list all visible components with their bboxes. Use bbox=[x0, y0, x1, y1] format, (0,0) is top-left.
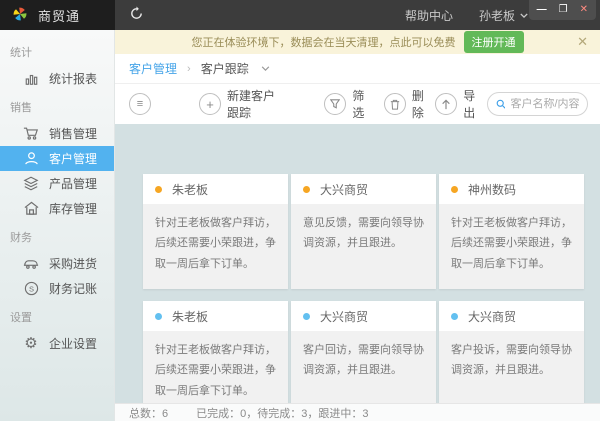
warehouse-icon bbox=[22, 200, 40, 218]
main-area: 您正在体验环境下，数据会在当天清理，点此可以免费 注册开通 ✕ 客户管理 › 客… bbox=[115, 30, 600, 421]
sidebar-item-label: 企业设置 bbox=[49, 335, 97, 352]
pinwheel-logo-icon bbox=[12, 6, 28, 25]
help-center-link[interactable]: 帮助中心 bbox=[405, 7, 453, 24]
trial-notice-text: 您正在体验环境下，数据会在当天清理，点此可以免费 bbox=[192, 34, 456, 50]
view-menu-button[interactable]: ≡ bbox=[129, 93, 151, 115]
hamburger-icon: ≡ bbox=[137, 99, 143, 110]
app-window: 商贸通 帮助中心 孙老板 — ❐ ✕ bbox=[0, 0, 600, 421]
card-body: 针对王老板做客户拜访，后续还需要小荣跟进，争取一周后拿下订单。 bbox=[439, 204, 584, 289]
customer-track-card[interactable]: 朱老板 针对王老板做客户拜访，后续还需要小荣跟进，争取一周后拿下订单。 bbox=[143, 174, 288, 289]
svg-text:S: S bbox=[28, 284, 33, 293]
close-button[interactable]: ✕ bbox=[580, 5, 588, 15]
search-box bbox=[487, 92, 588, 116]
window-controls: — ❐ ✕ bbox=[529, 0, 596, 20]
delete-button[interactable]: 删除 bbox=[384, 87, 427, 121]
sidebar-section-sales: 销售 bbox=[0, 91, 114, 121]
card-title: 朱老板 bbox=[172, 308, 208, 325]
breadcrumb-parent-link[interactable]: 客户管理 bbox=[129, 60, 177, 77]
export-button[interactable]: 导出 bbox=[435, 87, 478, 121]
status-summary: 已完成：0，待完成：3，跟进中：3 bbox=[196, 405, 368, 421]
top-bar: 商贸通 帮助中心 孙老板 — ❐ ✕ bbox=[0, 0, 600, 30]
card-title: 大兴商贸 bbox=[320, 181, 368, 198]
card-body: 针对王老板做客户拜访，后续还需要小荣跟进，争取一周后拿下订单。 bbox=[143, 204, 288, 289]
search-input[interactable] bbox=[510, 98, 579, 110]
card-body: 客户投诉，需要向领导协调资源，并且跟进。 bbox=[439, 331, 584, 403]
top-bar-links: 帮助中心 孙老板 bbox=[405, 7, 528, 24]
sidebar-item-product-management[interactable]: 产品管理 bbox=[0, 171, 114, 196]
plus-icon: + bbox=[199, 93, 221, 115]
sidebar-item-label: 销售管理 bbox=[49, 125, 97, 142]
app-logo-block: 商贸通 bbox=[0, 0, 115, 30]
chevron-down-icon bbox=[520, 13, 528, 18]
sidebar-item-reports[interactable]: 统计报表 bbox=[0, 66, 114, 91]
sidebar-item-customer-management[interactable]: 客户管理 bbox=[0, 146, 114, 171]
funnel-icon bbox=[324, 93, 346, 115]
minimize-button[interactable]: — bbox=[537, 5, 547, 15]
gear-icon: ⚙ bbox=[22, 335, 40, 353]
bar-chart-icon bbox=[22, 70, 40, 88]
status-dot bbox=[303, 186, 310, 193]
status-dot bbox=[155, 313, 162, 320]
layers-icon bbox=[22, 175, 40, 193]
card-body: 针对王老板做客户拜访，后续还需要小荣跟进，争取一周后拿下订单。 bbox=[143, 331, 288, 403]
card-body: 意见反馈，需要向领导协调资源，并且跟进。 bbox=[291, 204, 436, 289]
status-dot bbox=[451, 313, 458, 320]
sidebar-section-settings: 设置 bbox=[0, 301, 114, 331]
cards-grid: 朱老板 针对王老板做客户拜访，后续还需要小荣跟进，争取一周后拿下订单。 大兴商贸… bbox=[143, 174, 593, 403]
customer-track-card[interactable]: 大兴商贸 意见反馈，需要向领导协调资源，并且跟进。 bbox=[291, 174, 436, 289]
breadcrumb-current: 客户跟踪 bbox=[201, 60, 249, 77]
sidebar-item-label: 产品管理 bbox=[49, 175, 97, 192]
card-title: 大兴商贸 bbox=[468, 308, 516, 325]
breadcrumb: 客户管理 › 客户跟踪 bbox=[115, 54, 600, 84]
sidebar-section-stats: 统计 bbox=[0, 36, 114, 66]
sidebar-item-bookkeeping[interactable]: S 财务记账 bbox=[0, 276, 114, 301]
user-icon bbox=[22, 150, 40, 168]
sidebar-item-label: 采购进货 bbox=[49, 255, 97, 272]
user-menu[interactable]: 孙老板 bbox=[479, 7, 528, 24]
trash-icon bbox=[384, 93, 406, 115]
status-bar: 总数：6 已完成：0，待完成：3，跟进中：3 bbox=[115, 403, 600, 421]
top-bar-right-area: 帮助中心 孙老板 — ❐ ✕ bbox=[115, 0, 600, 30]
sidebar-item-label: 客户管理 bbox=[49, 150, 97, 167]
customer-track-card[interactable]: 大兴商贸 客户回访，需要向领导协调资源，并且跟进。 bbox=[291, 301, 436, 403]
user-name: 孙老板 bbox=[479, 7, 515, 24]
customer-track-card[interactable]: 大兴商贸 客户投诉，需要向领导协调资源，并且跟进。 bbox=[439, 301, 584, 403]
filter-button[interactable]: 筛选 bbox=[324, 87, 367, 121]
customer-track-card[interactable]: 朱老板 针对王老板做客户拜访，后续还需要小荣跟进，争取一周后拿下订单。 bbox=[143, 301, 288, 403]
sidebar-item-label: 库存管理 bbox=[49, 200, 97, 217]
status-dot bbox=[155, 186, 162, 193]
maximize-button[interactable]: ❐ bbox=[559, 5, 568, 15]
search-icon bbox=[496, 98, 506, 110]
cards-board: 朱老板 针对王老板做客户拜访，后续还需要小荣跟进，争取一周后拿下订单。 大兴商贸… bbox=[115, 124, 600, 403]
sidebar: 统计 统计报表 销售 销售管理 bbox=[0, 30, 115, 421]
card-title: 朱老板 bbox=[172, 181, 208, 198]
register-button[interactable]: 注册开通 bbox=[464, 31, 524, 53]
new-track-button[interactable]: + 新建客户跟踪 bbox=[199, 87, 282, 121]
notice-close-icon[interactable]: ✕ bbox=[577, 34, 588, 50]
breadcrumb-separator: › bbox=[187, 63, 191, 75]
breadcrumb-chevron-down-icon[interactable] bbox=[261, 66, 270, 71]
total-count: 总数：6 bbox=[129, 405, 168, 421]
sidebar-item-inventory-management[interactable]: 库存管理 bbox=[0, 196, 114, 221]
card-title: 大兴商贸 bbox=[320, 308, 368, 325]
app-title: 商贸通 bbox=[38, 6, 80, 25]
sidebar-section-finance: 财务 bbox=[0, 221, 114, 251]
truck-icon bbox=[22, 255, 40, 273]
status-dot bbox=[303, 313, 310, 320]
cart-icon bbox=[22, 125, 40, 143]
finance-icon: S bbox=[22, 280, 40, 298]
sidebar-item-company-settings[interactable]: ⚙ 企业设置 bbox=[0, 331, 114, 356]
sidebar-item-sales-management[interactable]: 销售管理 bbox=[0, 121, 114, 146]
sidebar-item-purchasing[interactable]: 采购进货 bbox=[0, 251, 114, 276]
refresh-icon[interactable] bbox=[129, 6, 144, 24]
toolbar: ≡ + 新建客户跟踪 筛选 删除 bbox=[115, 84, 600, 124]
trial-notice-bar: 您正在体验环境下，数据会在当天清理，点此可以免费 注册开通 ✕ bbox=[115, 30, 600, 54]
card-body: 客户回访，需要向领导协调资源，并且跟进。 bbox=[291, 331, 436, 403]
sidebar-item-label: 财务记账 bbox=[49, 280, 97, 297]
sidebar-item-label: 统计报表 bbox=[49, 70, 97, 87]
card-title: 神州数码 bbox=[468, 181, 516, 198]
customer-track-card[interactable]: 神州数码 针对王老板做客户拜访，后续还需要小荣跟进，争取一周后拿下订单。 bbox=[439, 174, 584, 289]
status-dot bbox=[451, 186, 458, 193]
arrow-up-icon bbox=[435, 93, 457, 115]
